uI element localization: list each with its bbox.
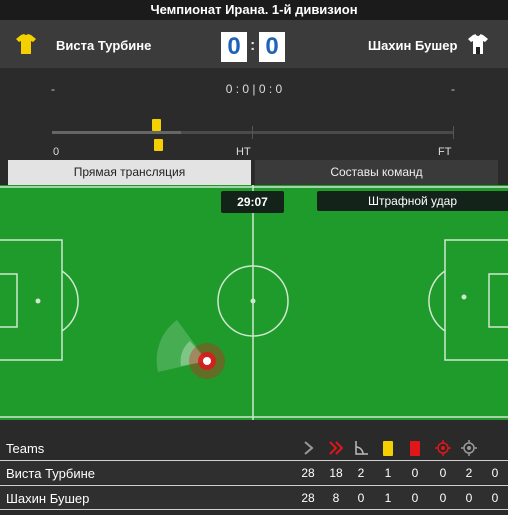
stats-row-home: Виста Турбине 28 18 2 1 0 0 2 0 <box>0 460 508 484</box>
stat-yellow-cards: 1 <box>384 466 392 480</box>
stat-penalties: 0 <box>439 491 447 505</box>
away-score: 0 <box>259 32 285 62</box>
timeline-progress <box>52 131 181 134</box>
pitch <box>0 185 508 420</box>
score-separator: : <box>250 37 256 54</box>
corners-icon <box>349 440 373 456</box>
event-banner: Штрафной удар <box>317 191 508 211</box>
away-info-dash: - <box>451 82 455 96</box>
stat-dangerous-attacks: 8 <box>332 491 340 505</box>
stat-shots-on-target: 0 <box>465 491 473 505</box>
stat-corners: 0 <box>357 491 365 505</box>
home-team-name[interactable]: Виста Турбине <box>56 38 151 53</box>
stats-row-away: Шахин Бушер 28 8 0 1 0 0 0 0 <box>0 485 508 509</box>
match-timeline <box>52 131 454 134</box>
stat-attacks: 28 <box>301 466 315 480</box>
timeline-ft-label: FT <box>438 146 452 158</box>
away-kit-icon <box>468 33 488 54</box>
stat-dangerous-attacks: 18 <box>329 466 343 480</box>
stat-shots-off-target: 0 <box>491 466 499 480</box>
tab-live[interactable]: Прямая трансляция <box>8 160 251 185</box>
yellow-card-icon <box>376 440 400 456</box>
pitch-markings <box>0 185 508 420</box>
stat-attacks: 28 <box>301 491 315 505</box>
stat-penalties: 0 <box>439 466 447 480</box>
dangerous-attacks-icon <box>324 440 348 456</box>
stat-shots-off-target: 0 <box>491 491 499 505</box>
timeline-start-label: 0 <box>53 146 60 158</box>
timeline-ht-tick <box>252 126 253 139</box>
match-info: - 0 : 0 | 0 : 0 - 0 HT FT <box>0 68 508 160</box>
yellow-card-icon <box>152 119 161 131</box>
tab-lineups[interactable]: Составы команд <box>255 160 498 185</box>
stats-header-label: Teams <box>6 441 45 456</box>
scoreboard: Виста Турбине 0 : 0 Шахин Бушер <box>0 20 508 68</box>
shots-off-target-icon <box>457 440 481 456</box>
home-kit-icon <box>16 34 36 54</box>
red-card-icon <box>403 440 427 456</box>
away-team-name[interactable]: Шахин Бушер <box>368 38 457 53</box>
stat-red-cards: 0 <box>411 466 419 480</box>
competition-title: Чемпионат Ирана. 1-й дивизион <box>0 0 508 20</box>
stats-team-name: Виста Турбине <box>6 466 95 481</box>
stats-header: Teams <box>0 436 508 460</box>
match-clock: 29:07 <box>221 191 284 213</box>
halftime-scores: 0 : 0 | 0 : 0 <box>225 82 283 96</box>
shots-on-target-icon <box>431 440 455 456</box>
timeline-ht-label: HT <box>236 146 251 158</box>
stats-team-name: Шахин Бушер <box>6 491 90 506</box>
stat-red-cards: 0 <box>411 491 419 505</box>
stat-yellow-cards: 1 <box>384 491 392 505</box>
attacks-icon <box>296 440 320 456</box>
stat-shots-on-target: 2 <box>465 466 473 480</box>
home-score: 0 <box>221 32 247 62</box>
view-tabs: Прямая трансляция Составы команд <box>0 160 508 185</box>
bottom-divider <box>0 509 508 515</box>
timeline-ft-tick <box>453 126 454 139</box>
yellow-card-icon <box>154 139 163 151</box>
stat-corners: 2 <box>357 466 365 480</box>
